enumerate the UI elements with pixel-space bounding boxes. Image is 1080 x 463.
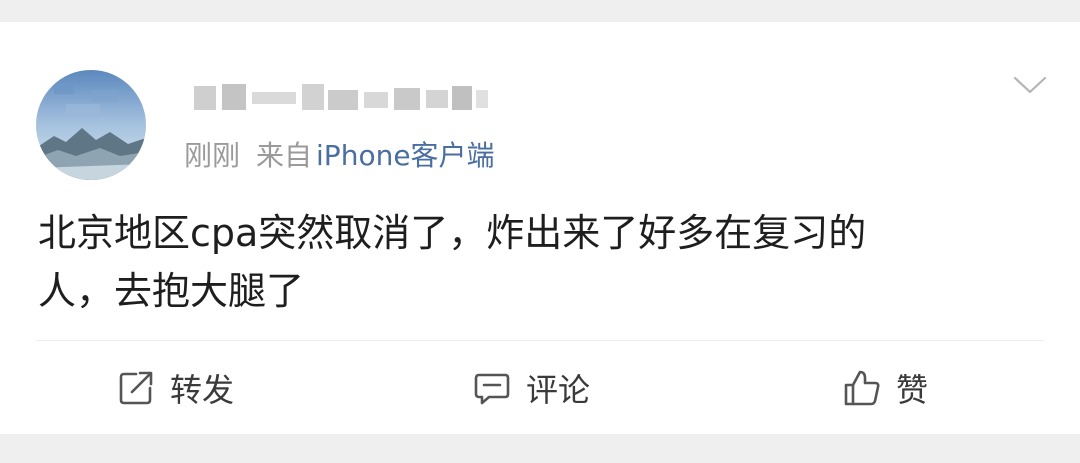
post-content-line-1: 北京地区cpa突然取消了，炸出来了好多在复习的 bbox=[38, 211, 867, 255]
post-meta: 刚刚 来自 iPhone客户端 bbox=[184, 134, 495, 174]
comment-button[interactable]: 评论 bbox=[472, 364, 590, 412]
comment-label: 评论 bbox=[526, 371, 591, 409]
comment-icon bbox=[472, 368, 512, 408]
avatar[interactable] bbox=[36, 70, 146, 180]
like-label: 赞 bbox=[896, 371, 929, 409]
post-card: 刚刚 来自 iPhone客户端 北京地区cpa突然取消了，炸出来了好多在复习的 … bbox=[0, 22, 1080, 434]
post-content: 北京地区cpa突然取消了，炸出来了好多在复习的 人，去抱大腿了 bbox=[38, 204, 1028, 320]
post-time: 刚刚 bbox=[184, 139, 241, 172]
repost-label: 转发 bbox=[170, 371, 235, 409]
chevron-down-icon[interactable] bbox=[1012, 74, 1048, 98]
post-content-line-2: 人，去抱大腿了 bbox=[38, 269, 305, 313]
username-blurred[interactable] bbox=[184, 76, 494, 118]
source-prefix: 来自 bbox=[256, 139, 313, 172]
share-icon bbox=[116, 368, 156, 408]
like-button[interactable]: 赞 bbox=[842, 364, 928, 412]
source-link[interactable]: iPhone客户端 bbox=[316, 134, 495, 174]
repost-button[interactable]: 转发 bbox=[116, 364, 234, 412]
thumbs-up-icon bbox=[842, 368, 882, 408]
divider bbox=[36, 340, 1044, 341]
